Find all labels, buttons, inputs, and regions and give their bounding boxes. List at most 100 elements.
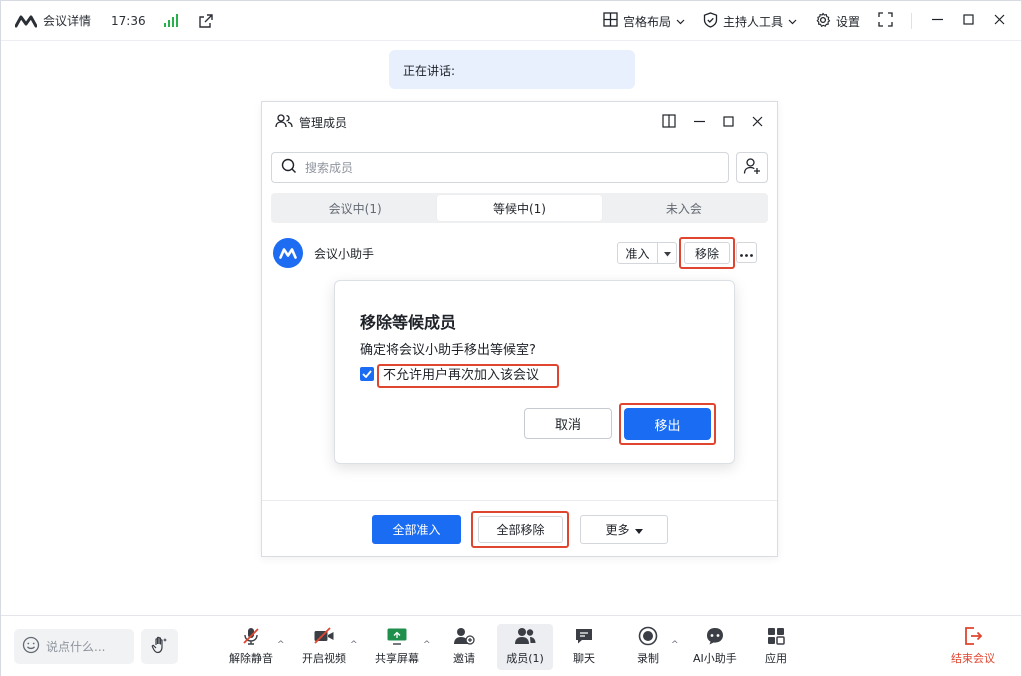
maximize-icon[interactable]: [963, 14, 974, 28]
settings-label: 设置: [835, 14, 860, 29]
checkmark-icon: [362, 367, 372, 381]
end-meeting-label: 结束会议: [951, 652, 995, 665]
confirm-remove-button[interactable]: 移出: [624, 408, 711, 440]
members-button[interactable]: 成员(1): [497, 624, 553, 670]
host-tools-button[interactable]: 主持人工具: [703, 11, 797, 31]
chat-button[interactable]: 聊天: [573, 626, 595, 666]
member-tabs: 会议中(1) 等候中(1) 未入会: [271, 193, 768, 223]
dialog-title: 移除等候成员: [360, 313, 457, 332]
divider: [262, 500, 777, 501]
search-icon: [281, 158, 297, 177]
apps-icon: [766, 626, 786, 646]
maximize-icon[interactable]: [723, 115, 734, 130]
signal-strength-icon[interactable]: [163, 13, 178, 27]
speaking-label: 正在讲话:: [403, 64, 456, 78]
admit-dropdown[interactable]: [658, 243, 676, 263]
cancel-button[interactable]: 取消: [524, 408, 612, 439]
remove-confirm-dialog: 移除等候成员 确定将会议小助手移出等候室? 不允许用户再次加入该会议 取消 移出: [334, 280, 735, 464]
record-icon: [638, 626, 658, 646]
unmute-label: 解除静音: [229, 652, 273, 665]
invite-button[interactable]: 邀请: [453, 626, 475, 666]
minimize-icon[interactable]: [694, 116, 705, 130]
unmute-button[interactable]: 解除静音: [229, 626, 273, 666]
chevron-up-icon[interactable]: ^: [350, 640, 358, 650]
close-icon[interactable]: [994, 14, 1005, 28]
video-off-icon: [313, 626, 335, 646]
grid-layout-button[interactable]: 宫格布局: [603, 12, 685, 30]
fullscreen-icon: [878, 12, 893, 30]
members-icon: [275, 113, 293, 131]
chevron-up-icon[interactable]: ^: [277, 640, 285, 650]
tab-in-meeting[interactable]: 会议中(1): [273, 195, 437, 221]
tab-not-joined[interactable]: 未入会: [602, 195, 766, 221]
meeting-time: 17:36: [111, 13, 146, 28]
meeting-details-link[interactable]: 会议详情: [43, 12, 91, 29]
admit-button-group: 准入: [617, 242, 677, 264]
more-options-button[interactable]: [736, 242, 757, 263]
admit-button[interactable]: 准入: [618, 243, 658, 263]
top-bar: 会议详情 17:36 宫格布局 主持人工具 设置: [1, 1, 1021, 41]
bottom-toolbar: 解除静音 ^ 开启视频 ^ 共享屏幕 ^ 邀请 成员(1: [1, 615, 1021, 676]
remove-all-button[interactable]: 全部移除: [478, 516, 563, 543]
avatar: [273, 238, 303, 268]
meeting-window: 会议详情 17:36 宫格布局 主持人工具 设置 正在讲话: 管理成员 搜索成员…: [0, 0, 1022, 676]
divider: [911, 13, 912, 29]
hand-icon: [150, 635, 170, 658]
quick-chat-box: [14, 629, 134, 664]
chat-label: 聊天: [573, 652, 595, 665]
members-label: 成员(1): [506, 652, 544, 665]
minimize-icon[interactable]: [932, 14, 943, 28]
search-box: [271, 152, 729, 183]
tab-waiting[interactable]: 等候中(1): [437, 195, 602, 221]
ai-assistant-button[interactable]: AI小助手: [693, 626, 737, 666]
ai-assistant-label: AI小助手: [693, 652, 737, 665]
remove-button[interactable]: 移除: [684, 242, 730, 264]
invite-label: 邀请: [453, 652, 475, 665]
ai-assistant-icon: [704, 626, 726, 646]
chevron-up-icon[interactable]: ^: [671, 640, 679, 650]
emoji-icon[interactable]: [22, 636, 40, 657]
close-icon[interactable]: [752, 116, 763, 130]
chevron-down-icon: [788, 14, 797, 28]
chat-icon: [574, 626, 594, 646]
apps-button[interactable]: 应用: [765, 626, 787, 666]
end-meeting-button[interactable]: 结束会议: [951, 626, 995, 666]
dialog-message: 确定将会议小助手移出等候室?: [360, 343, 536, 358]
panel-controls: [662, 114, 763, 131]
add-member-button[interactable]: [736, 152, 768, 183]
chat-input[interactable]: [46, 639, 126, 654]
host-tools-label: 主持人工具: [722, 14, 783, 29]
block-rejoin-label[interactable]: 不允许用户再次加入该会议: [377, 364, 559, 388]
remove-highlight: 移除: [679, 237, 735, 269]
search-input[interactable]: [305, 160, 685, 175]
share-screen-icon: [386, 626, 408, 646]
caret-down-icon: [663, 246, 671, 260]
panel-title: 管理成员: [299, 115, 348, 130]
block-rejoin-checkbox[interactable]: [360, 367, 374, 381]
chevron-up-icon[interactable]: ^: [423, 640, 431, 650]
raise-hand-button[interactable]: [141, 629, 178, 664]
split-view-icon[interactable]: [662, 114, 676, 131]
start-video-label: 开启视频: [302, 652, 346, 665]
more-button[interactable]: 更多: [580, 515, 668, 544]
caret-down-icon: [634, 523, 643, 537]
apps-label: 应用: [765, 652, 787, 665]
fullscreen-button[interactable]: [878, 12, 893, 30]
mic-muted-icon: [241, 626, 261, 646]
app-logo-icon: [15, 14, 37, 28]
share-screen-button[interactable]: 共享屏幕: [375, 626, 419, 666]
confirm-highlight: 移出: [619, 403, 716, 445]
members-icon: [513, 626, 537, 646]
grid-layout-label: 宫格布局: [622, 14, 671, 29]
admit-all-button[interactable]: 全部准入: [372, 515, 461, 544]
external-link-icon[interactable]: [198, 13, 214, 29]
invite-icon: [453, 626, 475, 646]
settings-button[interactable]: 设置: [815, 12, 860, 31]
record-label: 录制: [637, 652, 659, 665]
gear-icon: [815, 12, 831, 31]
window-controls: [932, 14, 1005, 28]
start-video-button[interactable]: 开启视频: [302, 626, 346, 666]
chevron-down-icon: [676, 14, 685, 28]
record-button[interactable]: 录制: [637, 626, 659, 666]
top-bar-actions: 宫格布局 主持人工具 设置: [603, 1, 1021, 41]
